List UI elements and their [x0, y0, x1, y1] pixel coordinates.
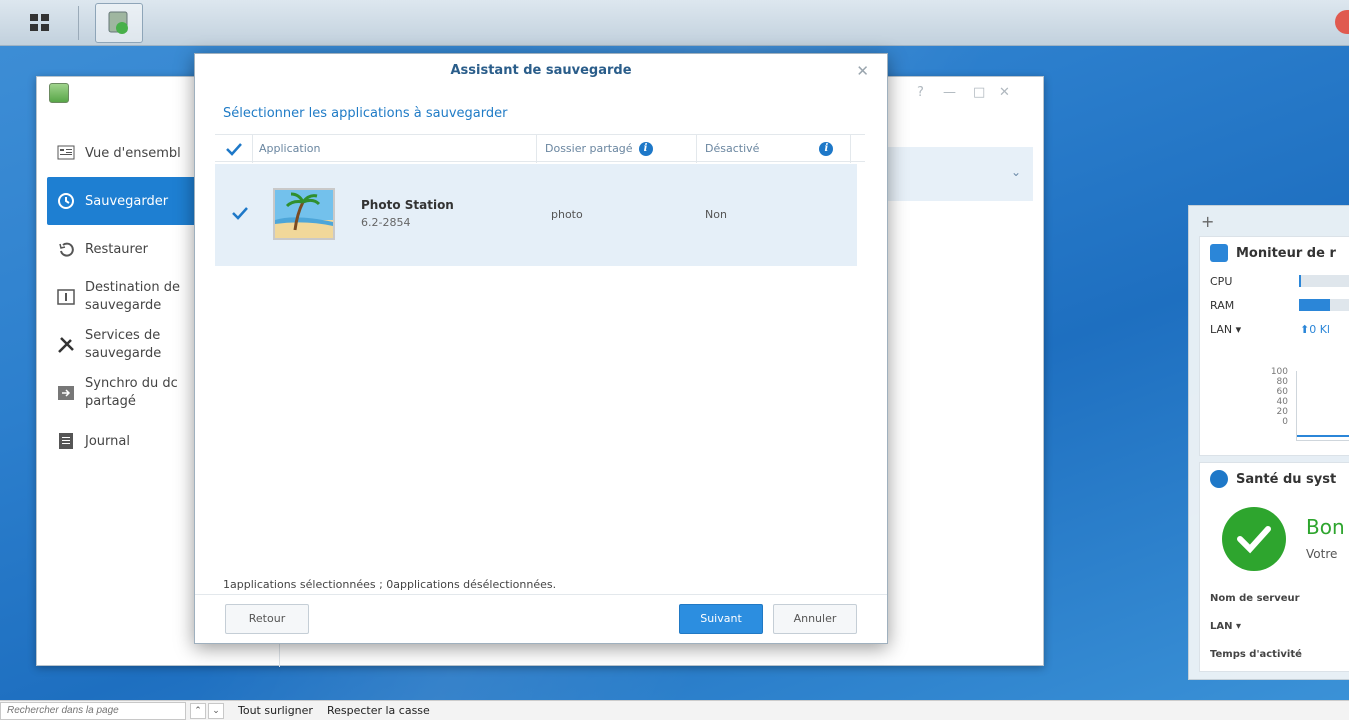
axis-tick: 20 — [1276, 407, 1288, 417]
find-next-button[interactable]: ⌄ — [208, 702, 224, 719]
taskbar-separator — [78, 5, 79, 40]
dialog-subtitle: Sélectionner les applications à sauvegar… — [223, 106, 508, 121]
select-all-checkbox[interactable] — [215, 135, 253, 163]
column-header-application[interactable]: Application — [259, 135, 537, 163]
lan-value: ⬆0 Kl — [1300, 322, 1330, 336]
app-icon — [49, 83, 69, 103]
sidebar-item-label: Journal — [85, 433, 130, 449]
photo-station-icon — [273, 188, 335, 240]
ram-bar — [1299, 299, 1349, 311]
health-description: Votre — [1306, 547, 1338, 561]
cpu-row: CPU — [1200, 269, 1349, 293]
axis-tick: 0 — [1282, 417, 1288, 427]
next-button[interactable]: Suivant — [679, 604, 763, 634]
widget-title: Moniteur de r — [1236, 245, 1336, 261]
ram-row: RAM — [1200, 293, 1349, 317]
column-header-disabled[interactable]: Désactivé i — [705, 135, 851, 163]
axis-tick: 100 — [1270, 367, 1288, 377]
main-menu-button[interactable] — [16, 3, 64, 43]
app-name: Photo Station — [361, 198, 454, 212]
sidebar-item-label: Destination de sauvegarde — [85, 280, 180, 313]
health-status: Bon — [1306, 515, 1345, 539]
destination-icon — [55, 286, 77, 308]
disabled-value: Non — [705, 208, 727, 221]
row-checkbox-checkmark-icon[interactable] — [231, 206, 249, 220]
cpu-label: CPU — [1210, 274, 1233, 288]
check-circle-icon — [1222, 507, 1286, 571]
ram-bar-fill — [1299, 299, 1330, 311]
close-icon[interactable]: ✕ — [856, 62, 869, 80]
info-icon[interactable]: i — [638, 142, 653, 156]
monitor-icon — [1210, 244, 1228, 262]
backup-wizard-dialog: Assistant de sauvegarde ✕ Sélectionner l… — [194, 53, 888, 644]
widget-header: Moniteur de r — [1200, 237, 1349, 269]
lan-label[interactable]: LAN ▾ — [1210, 323, 1300, 336]
cancel-button[interactable]: Annuler — [773, 604, 857, 634]
dialog-footer-divider — [195, 594, 887, 595]
back-button[interactable]: Retour — [225, 604, 309, 634]
server-name-label: Nom de serveur — [1210, 593, 1300, 604]
sidebar-item-label: Vue d'ensembl — [85, 145, 181, 161]
checkmark-icon — [225, 143, 242, 156]
lan-row[interactable]: LAN ▾ ⬆0 Kl — [1200, 317, 1349, 341]
uptime-label: Temps d'activité — [1210, 649, 1302, 660]
find-previous-button[interactable]: ⌃ — [190, 702, 206, 719]
sidebar-item-label: Synchro du dc partagé — [85, 376, 178, 409]
restore-icon — [55, 238, 77, 260]
overview-icon — [55, 142, 77, 164]
lan-label[interactable]: LAN ▾ — [1210, 621, 1241, 632]
app-version: 6.2-2854 — [361, 216, 411, 229]
chart-area — [1296, 371, 1349, 441]
chart-axis: 100 80 60 40 20 0 — [1266, 367, 1288, 427]
match-case-option[interactable]: Respecter la casse — [327, 704, 430, 717]
highlight-all-option[interactable]: Tout surligner — [238, 704, 313, 717]
add-widget-button[interactable]: + — [1201, 212, 1214, 231]
axis-tick: 60 — [1276, 387, 1288, 397]
find-bar: ⌃ ⌄ Tout surligner Respecter la casse — [0, 700, 1349, 720]
resource-monitor-widget: Moniteur de r CPU RAM LAN ▾ ⬆0 Kl 100 80… — [1199, 236, 1349, 456]
table-header: Application Dossier partagé i Désactivé i — [215, 134, 865, 163]
journal-icon — [55, 430, 77, 452]
help-icon[interactable]: ? — [917, 85, 924, 100]
services-icon — [55, 334, 77, 356]
notification-indicator[interactable] — [1335, 10, 1349, 34]
widget-header: Santé du syst — [1200, 463, 1349, 495]
cpu-bar-fill — [1299, 275, 1302, 287]
info-icon[interactable]: i — [819, 142, 834, 156]
chart-trace — [1297, 435, 1349, 437]
grid-icon — [30, 13, 49, 31]
cpu-bar — [1299, 275, 1349, 287]
sync-icon — [55, 382, 77, 404]
backup-app-icon — [108, 11, 128, 34]
taskbar-backup-app[interactable] — [95, 2, 143, 43]
axis-tick: 40 — [1276, 397, 1288, 407]
find-input[interactable] — [0, 701, 186, 720]
selection-status: 1applications sélectionnées ; 0applicati… — [223, 578, 557, 591]
widget-panel: + Moniteur de r CPU RAM LAN ▾ ⬆0 Kl 100 … — [1188, 205, 1349, 680]
close-icon[interactable]: ✕ — [999, 85, 1010, 100]
backup-icon — [55, 190, 77, 212]
taskbar — [0, 0, 1349, 46]
widget-title: Santé du syst — [1236, 471, 1337, 487]
chevron-down-icon[interactable]: ⌄ — [1011, 165, 1021, 179]
task-list-item[interactable]: ⌄ — [887, 147, 1033, 201]
sidebar-item-label: Sauvegarder — [85, 193, 169, 209]
column-header-shared-folder[interactable]: Dossier partagé i — [545, 135, 697, 163]
sidebar-item-label: Services de sauvegarde — [85, 328, 162, 361]
system-health-widget: Santé du syst Bon Votre Nom de serveur L… — [1199, 462, 1349, 672]
sidebar-item-label: Restaurer — [85, 241, 148, 257]
ram-label: RAM — [1210, 298, 1235, 312]
shared-folder-value: photo — [551, 208, 583, 221]
dialog-title: Assistant de sauvegarde — [450, 63, 632, 78]
maximize-icon[interactable]: □ — [973, 85, 985, 100]
minimize-icon[interactable]: — — [943, 85, 956, 100]
info-icon — [1210, 470, 1228, 488]
table-row[interactable]: Photo Station 6.2-2854 photo Non — [215, 164, 857, 266]
axis-tick: 80 — [1276, 377, 1288, 387]
